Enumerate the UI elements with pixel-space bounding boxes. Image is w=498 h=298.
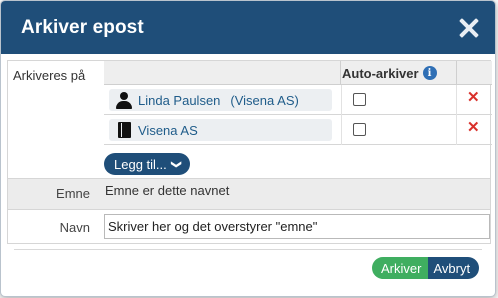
dialog-content: Arkiveres på Auto-arkiver i Linda Paulse… — [7, 60, 492, 244]
archive-section: Arkiveres på Auto-arkiver i Linda Paulse… — [7, 60, 492, 178]
archive-target-chip[interactable]: Linda Paulsen (Visena AS) — [109, 89, 332, 111]
dialog-titlebar: Arkiver epost — [1, 1, 495, 54]
auto-archive-label: Auto-arkiver — [342, 65, 419, 81]
target-org: (Visena AS) — [230, 92, 299, 108]
archive-email-dialog: Arkiver epost Arkiveres på Auto-arkiver … — [0, 0, 496, 297]
delete-icon[interactable]: ✕ — [467, 120, 481, 135]
name-row: Navn — [7, 210, 491, 244]
archive-button[interactable]: Arkiver — [372, 257, 429, 279]
chevron-down-icon: ❯ — [170, 159, 182, 169]
book-icon — [115, 121, 133, 139]
archive-table-header: Auto-arkiver i — [104, 61, 492, 85]
target-name: Visena AS — [138, 122, 198, 138]
subject-row: Emne Emne er dette navnet — [7, 178, 491, 210]
add-target-button[interactable]: Legg til... ❯ — [104, 153, 190, 175]
footer-buttons: Arkiver Avbryt — [372, 257, 480, 279]
delete-icon[interactable]: ✕ — [467, 90, 481, 105]
name-input[interactable] — [104, 214, 490, 239]
name-label: Navn — [59, 220, 90, 235]
person-icon — [115, 91, 133, 109]
auto-archive-checkbox[interactable] — [353, 93, 366, 106]
header-target-cell — [104, 61, 341, 85]
archive-table: Auto-arkiver i Linda Paulsen (Visena AS)… — [104, 61, 492, 145]
target-name: Linda Paulsen — [138, 92, 221, 108]
archive-row: Visena AS ✕ — [104, 115, 492, 145]
add-target-label: Legg til... — [114, 156, 167, 172]
auto-archive-cell — [341, 115, 457, 145]
subject-label: Emne — [56, 186, 90, 201]
auto-archive-cell — [341, 85, 457, 115]
header-auto-archive: Auto-arkiver i — [341, 61, 457, 85]
dialog-title: Arkiver epost — [21, 16, 144, 38]
close-icon[interactable] — [457, 16, 481, 40]
footer-divider — [14, 249, 482, 250]
archive-target-chip[interactable]: Visena AS — [109, 119, 332, 141]
auto-archive-checkbox[interactable] — [353, 123, 366, 136]
subject-value: Emne er dette navnet — [105, 183, 230, 198]
archive-label: Arkiveres på — [13, 68, 86, 83]
archive-row: Linda Paulsen (Visena AS) ✕ — [104, 85, 492, 115]
info-icon[interactable]: i — [422, 66, 437, 80]
cancel-button[interactable]: Avbryt — [428, 257, 480, 279]
